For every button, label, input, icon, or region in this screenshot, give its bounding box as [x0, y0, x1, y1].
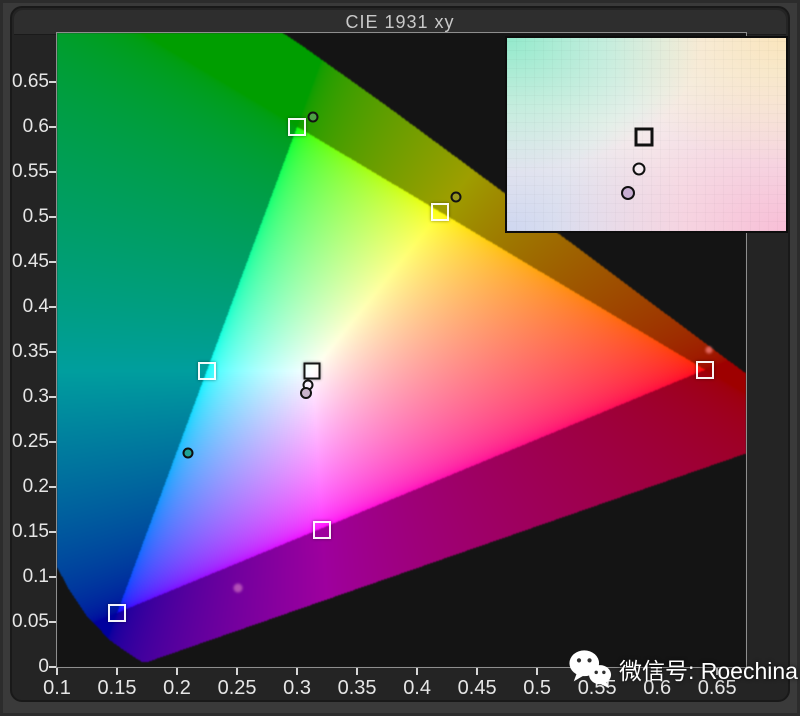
y-tick-label: 0.1	[22, 565, 49, 587]
y-tick-mark	[49, 530, 56, 533]
y-tick-mark	[49, 395, 56, 398]
y-tick-mark	[49, 305, 56, 308]
yellow-target-square	[430, 203, 449, 222]
red-target-square	[696, 360, 715, 379]
y-tick-label: 0.6	[22, 115, 49, 137]
x-tick-label: 0.3	[283, 677, 311, 699]
y-tick-label: 0.05	[12, 610, 49, 632]
x-tick-mark	[356, 668, 359, 675]
y-tick-label: 0.3	[22, 385, 49, 407]
x-tick-label: 0.2	[163, 677, 191, 699]
y-tick-label: 0.4	[22, 295, 49, 317]
y-tick-mark	[49, 350, 56, 353]
white-measured-zoom-2	[621, 186, 635, 200]
white-target-square-zoom	[634, 127, 654, 147]
watermark-text: 微信号: Roechina	[619, 658, 798, 684]
y-tick-mark	[49, 260, 56, 263]
y-tick-mark	[49, 125, 56, 128]
x-tick-mark	[296, 668, 299, 675]
cyan-measured-point	[182, 447, 194, 459]
y-tick-mark	[49, 666, 56, 668]
yellow-measured-point	[450, 191, 462, 203]
y-tick-mark	[49, 440, 56, 443]
x-tick-mark	[536, 668, 539, 675]
x-tick-label: 0.1	[43, 677, 71, 699]
x-tick-label: 0.35	[337, 677, 377, 699]
x-tick-mark	[116, 668, 119, 675]
y-tick-mark	[49, 170, 56, 173]
green-measured-point	[307, 111, 319, 123]
magenta-target-square	[313, 521, 332, 540]
y-tick-label: 0.55	[12, 160, 49, 182]
x-tick-label: 0.15	[97, 677, 137, 699]
y-tick-label: 0.15	[12, 520, 49, 542]
green-target-square	[288, 117, 307, 136]
x-tick-mark	[416, 668, 419, 675]
y-tick-label: 0.5	[22, 205, 49, 227]
x-tick-mark	[56, 668, 58, 675]
white-target-square	[303, 362, 321, 380]
y-tick-mark	[49, 620, 56, 623]
x-tick-mark	[236, 668, 239, 675]
wechat-icon	[569, 650, 612, 689]
x-tick-label: 0.25	[217, 677, 257, 699]
x-tick-label: 0.4	[403, 677, 431, 699]
x-tick-label: 0.5	[523, 677, 552, 699]
x-tick-label: 0.45	[457, 677, 497, 699]
white-measured-zoom-1	[632, 162, 646, 176]
cyan-target-square	[198, 361, 217, 380]
y-tick-mark	[49, 80, 56, 83]
red-measured-point	[705, 346, 713, 354]
y-tick-label: 0.45	[12, 250, 49, 272]
y-tick-mark	[49, 575, 56, 578]
x-tick-mark	[476, 668, 479, 675]
y-tick-label: 0.2	[22, 475, 49, 497]
white-measured-point-2	[300, 387, 313, 400]
app-frame: CIE 1931 xy 0.1 0.15 0.2 0.25 0.3 0.35 0.4 0.45…	[0, 0, 800, 716]
y-tick-label: 0.65	[12, 70, 49, 92]
y-tick-label: 0.35	[12, 340, 49, 362]
y-tick-label: 0	[38, 656, 49, 677]
chromaticity-chart: 0.1 0.15 0.2 0.25 0.3 0.35 0.4 0.45 0.5 0.55 0.6 0.…	[0, 0, 800, 716]
y-tick-mark	[49, 215, 56, 218]
watermark: 微信号: Roechina	[568, 648, 798, 690]
y-tick-mark	[49, 485, 56, 488]
magenta-measured-point	[233, 583, 243, 593]
white-point-inset	[505, 36, 788, 233]
blue-target-square	[108, 603, 127, 622]
x-tick-mark	[176, 668, 179, 675]
y-tick-label: 0.25	[12, 430, 49, 452]
